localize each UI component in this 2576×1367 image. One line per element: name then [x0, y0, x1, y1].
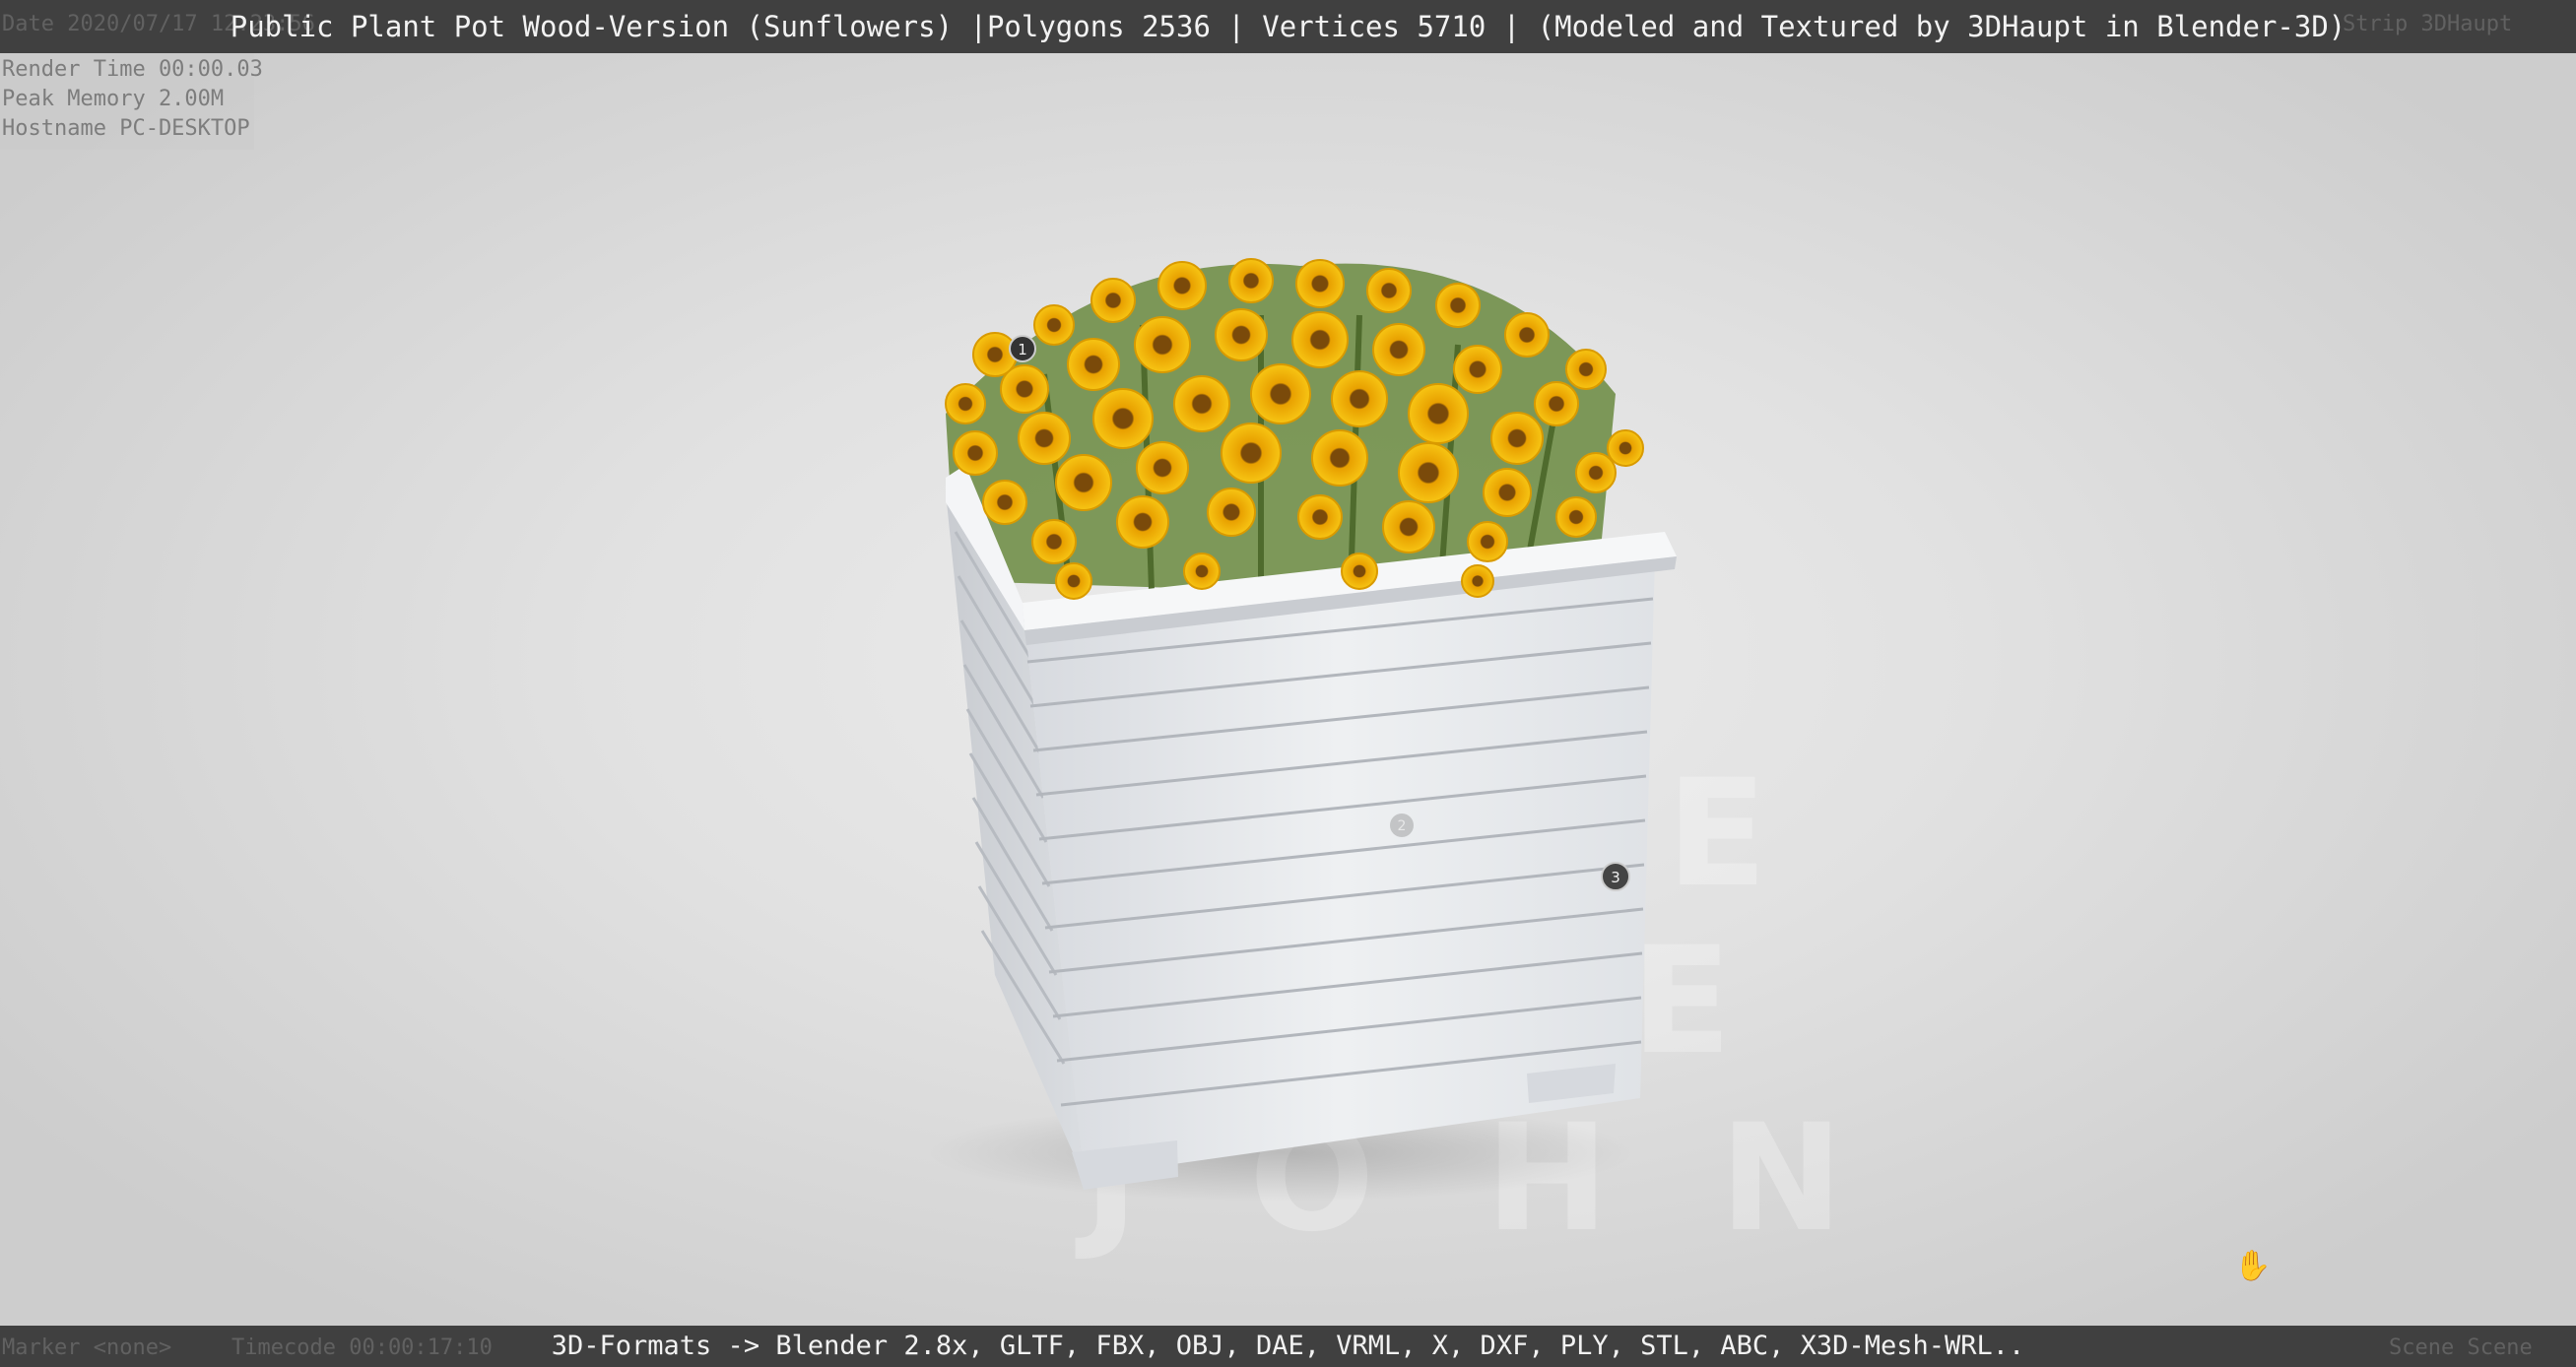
sunflower-head [1467, 521, 1508, 562]
sunflower-head [1067, 338, 1120, 391]
sunflower-head [1090, 278, 1136, 323]
sunflower-head [1461, 564, 1494, 598]
sunflower-head [945, 383, 986, 424]
sunflower-head [1372, 323, 1425, 376]
sunflower-head [1435, 283, 1481, 328]
sunflower-head [1341, 553, 1378, 590]
sunflower-head [1408, 383, 1469, 444]
sunflower-head [1157, 261, 1207, 310]
sunflower-head [1250, 363, 1311, 424]
export-formats-text: 3D-Formats -> Blender 2.8x, GLTF, FBX, O… [551, 1331, 2025, 1361]
sunflower-head [1116, 495, 1169, 549]
sunflower-head [1000, 364, 1049, 414]
sunflower-head [1215, 308, 1268, 361]
model-title: Public Plant Pot Wood-Version (Sunflower… [230, 10, 2346, 43]
peak-memory-stamp: Peak Memory 2.00M [2, 87, 225, 111]
sunflower-head [953, 430, 998, 476]
sunflower-head [1483, 468, 1532, 517]
sunflower-head [1565, 349, 1607, 390]
sunflower-head [1031, 519, 1077, 564]
sunflower-head [1453, 345, 1502, 394]
sunflower-head [1297, 494, 1343, 540]
hand-grab-icon: ✋ [2234, 1249, 2272, 1283]
sunflower-head [1291, 311, 1349, 368]
sunflower-head [1055, 562, 1092, 600]
hotspot-2-label: 2 [1398, 818, 1407, 834]
sunflower-head [1173, 375, 1230, 432]
sunflower-head [1221, 423, 1282, 484]
sunflower-head [1207, 488, 1256, 537]
sunflower-head [1136, 441, 1189, 494]
sunflower-head [1607, 429, 1644, 467]
hotspot-1[interactable]: 1 [1009, 335, 1036, 362]
sunflower-head [1382, 500, 1435, 553]
sunflower-head [1398, 442, 1459, 503]
sunflower-head [1575, 452, 1617, 493]
hostname-stamp: Hostname PC-DESKTOP [2, 116, 250, 141]
viewport-3d-scene[interactable]: 1 2 3 [847, 207, 1734, 1211]
sunflower-head [1534, 381, 1579, 426]
sunflower-head [1311, 429, 1368, 487]
hotspot-3-label: 3 [1611, 869, 1620, 886]
sunflower-head [1055, 454, 1112, 511]
sunflower-head [1366, 268, 1412, 313]
sunflower-head [1228, 258, 1274, 303]
sunflower-head [1331, 370, 1388, 427]
sunflower-head [1295, 259, 1345, 308]
sunflower-head [1504, 312, 1550, 358]
sunflower-head [1555, 496, 1597, 538]
sunflower-head [982, 480, 1027, 525]
hotspot-3[interactable]: 3 [1601, 862, 1630, 891]
sunflower-head [1092, 388, 1154, 449]
sunflower-head [1134, 316, 1191, 373]
hotspot-2[interactable]: 2 [1390, 814, 1414, 837]
sunflower-head [1490, 412, 1544, 465]
sunflower-head [1018, 412, 1071, 465]
sunflower-head [1033, 304, 1075, 346]
hotspot-1-label: 1 [1018, 341, 1027, 358]
render-time-stamp: Render Time 00:00.03 [2, 57, 263, 82]
sunflower-head [1183, 553, 1221, 590]
planter-front [1024, 556, 1655, 1190]
